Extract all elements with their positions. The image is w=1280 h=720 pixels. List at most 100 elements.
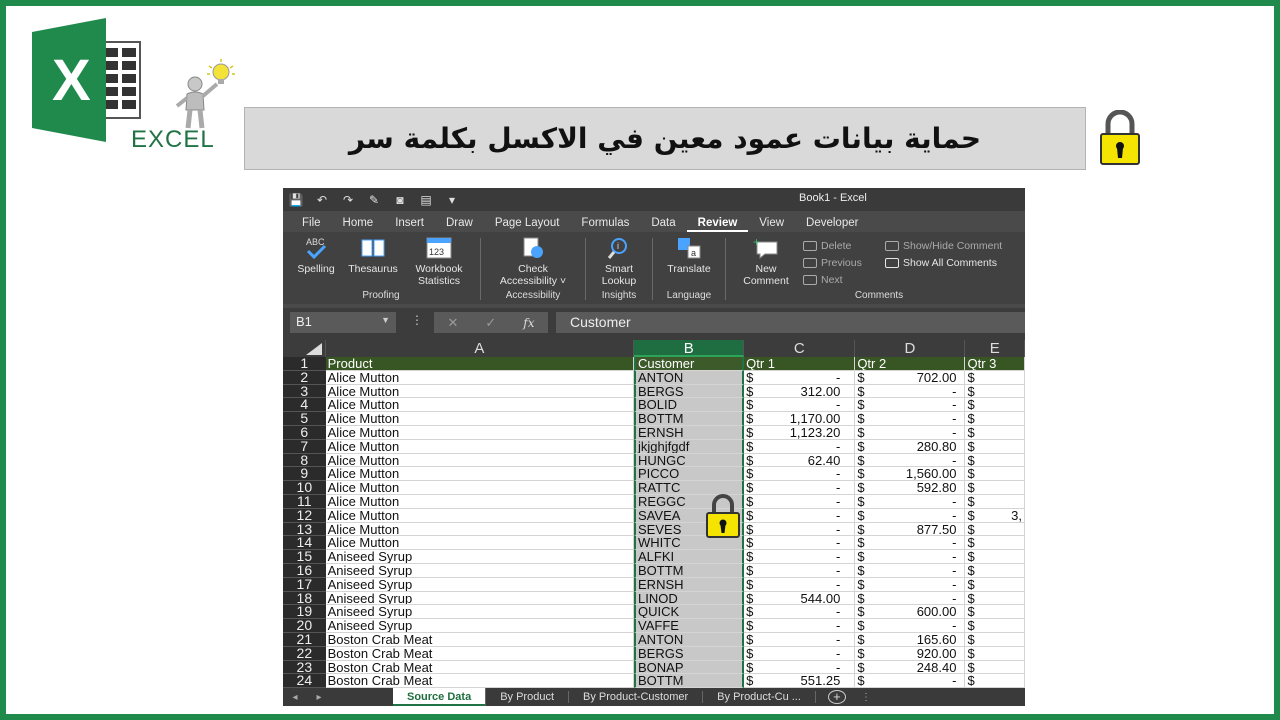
customer-cell[interactable]: LINOD [634,591,745,606]
qtr-cell[interactable]: $ [965,646,1025,661]
qtr-cell[interactable]: $ - [855,577,966,592]
qtr-cell[interactable]: $ - [744,632,856,647]
qtr-cell[interactable]: $ [965,550,1025,564]
qtr-cell[interactable]: $ [965,494,1025,509]
qtr-cell[interactable]: $ [965,605,1025,620]
insert-function-icon[interactable]: fx [523,316,534,330]
formula-input[interactable]: Customer [556,312,1025,333]
qtr-cell[interactable]: $ - [855,508,966,523]
customer-cell[interactable]: HUNGC [634,453,745,468]
product-cell[interactable]: Aniseed Syrup [325,605,635,620]
tab-home[interactable]: Home [332,217,385,232]
qtr-cell[interactable]: $ [965,398,1025,413]
qtr-cell[interactable]: $ - [744,660,856,675]
qtr-cell[interactable]: $ - [744,550,856,564]
customer-cell[interactable]: ERNSH [634,577,745,592]
product-cell[interactable]: Boston Crab Meat [325,632,635,647]
customer-cell[interactable]: VAFFE [634,619,745,633]
product-cell[interactable]: Aniseed Syrup [325,591,635,606]
product-cell[interactable]: Alice Mutton [325,412,635,426]
product-cell[interactable]: Alice Mutton [325,439,635,454]
camera-icon[interactable]: ◙ [387,193,413,207]
qtr-cell[interactable]: $312.00 [744,384,856,399]
tab-data[interactable]: Data [640,217,686,232]
product-cell[interactable]: Alice Mutton [325,508,635,523]
show-all-comments-button[interactable]: Show All Comments [885,257,997,269]
qtr-cell[interactable]: $ [965,577,1025,592]
qtr-cell[interactable]: $920.00 [855,646,966,661]
qtr-cell[interactable]: $ [965,536,1025,551]
customer-cell[interactable]: BOTTM [634,563,745,578]
qtr-cell[interactable]: $ [965,384,1025,399]
spelling-button[interactable]: ABC Spelling [291,236,341,275]
qtr-cell[interactable]: $ [965,412,1025,426]
qtr-cell[interactable]: $ - [855,425,966,440]
qtr-cell[interactable]: $ [965,481,1025,495]
product-cell[interactable]: Alice Mutton [325,425,635,440]
header-cell[interactable]: Product [325,357,635,371]
column-header-b[interactable]: B [634,340,745,357]
customer-cell[interactable]: BERGS [634,384,745,399]
tab-page-layout[interactable]: Page Layout [484,217,571,232]
customer-cell[interactable]: QUICK [634,605,745,620]
check-accessibility-button[interactable]: Check Accessibility ˅ [487,236,579,287]
tab-draw[interactable]: Draw [435,217,484,232]
qtr-cell[interactable]: $ - [744,370,856,385]
product-cell[interactable]: Aniseed Syrup [325,577,635,592]
undo-icon[interactable]: ↶ [309,193,335,207]
more-icon[interactable]: ⋮ [854,692,878,703]
product-cell[interactable]: Alice Mutton [325,384,635,399]
header-cell[interactable]: Qtr 1 [744,357,856,371]
customer-cell[interactable]: PICCO [634,467,745,482]
product-cell[interactable]: Alice Mutton [325,494,635,509]
qtr-cell[interactable]: $ [965,674,1025,689]
qtr-cell[interactable]: $165.60 [855,632,966,647]
qtr-cell[interactable]: $ [965,591,1025,606]
product-cell[interactable]: Boston Crab Meat [325,674,635,689]
qtr-cell[interactable]: $ - [855,412,966,426]
sheet-tab-by-product[interactable]: By Product [486,691,570,703]
tab-view[interactable]: View [748,217,795,232]
qtr-cell[interactable]: $ - [744,398,856,413]
qtr-cell[interactable]: $ - [855,398,966,413]
qtr-cell[interactable]: $ - [855,494,966,509]
customer-cell[interactable]: ANTON [634,370,745,385]
qtr-cell[interactable]: $1,170.00 [744,412,856,426]
chevron-left-icon[interactable]: ◂ [283,692,307,703]
qtr-cell[interactable]: $1,560.00 [855,467,966,482]
customer-cell[interactable]: BERGS [634,646,745,661]
qtr-cell[interactable]: $ - [855,550,966,564]
column-header-e[interactable]: E [965,340,1025,357]
tab-review[interactable]: Review [686,217,749,232]
qtr-cell[interactable]: $ - [855,619,966,633]
customize-qat-icon[interactable]: ▾ [439,193,465,207]
qtr-cell[interactable]: $ [965,453,1025,468]
qtr-cell[interactable]: $ - [855,384,966,399]
header-cell[interactable]: Qtr 3 [965,357,1025,371]
product-cell[interactable]: Boston Crab Meat [325,646,635,661]
enter-icon[interactable]: ✓ [485,315,496,331]
add-sheet-icon[interactable]: + [827,690,846,704]
qtr-cell[interactable]: $600.00 [855,605,966,620]
delete-comment-button[interactable]: Delete [803,240,851,252]
qtr-cell[interactable]: $ [965,563,1025,578]
product-cell[interactable]: Alice Mutton [325,453,635,468]
qtr-cell[interactable]: $ - [855,536,966,551]
qtr-cell[interactable]: $592.80 [855,481,966,495]
header-cell[interactable]: Qtr 2 [855,357,966,371]
sheet-tab-by-product-cu[interactable]: By Product-Cu ... [703,691,816,703]
form-icon[interactable]: ▤ [413,193,439,207]
sheet-tab-source-data[interactable]: Source Data [393,688,487,706]
product-cell[interactable]: Alice Mutton [325,522,635,537]
qtr-cell[interactable]: $702.00 [855,370,966,385]
product-cell[interactable]: Aniseed Syrup [325,550,635,564]
product-cell[interactable]: Alice Mutton [325,370,635,385]
qtr-cell[interactable]: $ [965,660,1025,675]
qtr-cell[interactable]: $544.00 [744,591,856,606]
show-hide-comment-button[interactable]: Show/Hide Comment [885,240,1002,252]
column-header-a[interactable]: A [326,340,635,357]
next-comment-button[interactable]: Next [803,274,843,286]
smart-lookup-button[interactable]: i Smart Lookup [591,236,647,287]
qtr-cell[interactable]: $ - [744,646,856,661]
customer-cell[interactable]: BONAP [634,660,745,675]
